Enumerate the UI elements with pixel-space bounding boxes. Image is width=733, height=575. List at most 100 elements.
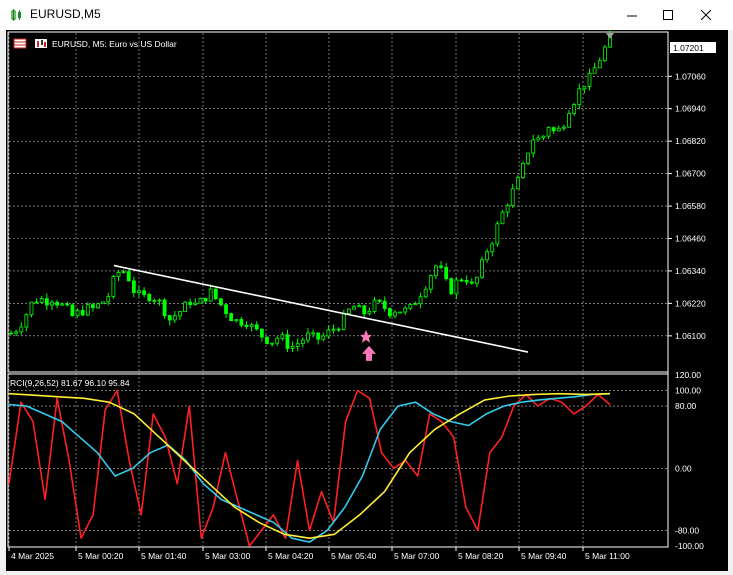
minimize-button[interactable]: [615, 0, 649, 30]
candle-body: [464, 279, 469, 283]
candle-body: [357, 305, 362, 308]
candle-body: [147, 294, 152, 302]
candle-body: [505, 205, 510, 213]
chart-type-icon[interactable]: [35, 39, 47, 48]
maximize-button[interactable]: [651, 0, 685, 30]
price-tick-label: 1.06580: [675, 201, 706, 211]
candle-body: [265, 336, 269, 344]
candle-body: [203, 297, 208, 302]
candle-body: [531, 139, 536, 154]
candle-body: [85, 304, 90, 316]
candle-body: [413, 303, 418, 306]
candle-body: [259, 328, 264, 338]
candle-body: [152, 300, 157, 302]
candle-body: [321, 335, 326, 340]
time-tick-label: 5 Mar 04:20: [268, 551, 314, 561]
candle-body: [562, 126, 566, 129]
trend-line[interactable]: [113, 264, 529, 353]
candle-body: [490, 243, 495, 253]
candle-body: [234, 319, 239, 322]
candle-body: [162, 299, 167, 316]
candle-body: [178, 311, 182, 317]
candle-body: [14, 331, 19, 334]
chart-canvas[interactable]: 1.07060 1.06940 1.06820 1.06700 1.06580 1.064…: [6, 30, 728, 571]
candle-body: [39, 298, 44, 303]
candle-body: [403, 307, 408, 313]
rci-tick-label: -100.00: [675, 541, 704, 551]
candle-body: [572, 104, 577, 114]
candle-body: [244, 324, 249, 328]
candle-body: [592, 67, 597, 74]
candle-body: [316, 332, 321, 340]
time-tick-label: 5 Mar 05:40: [331, 551, 377, 561]
candle-body: [275, 337, 280, 344]
indicator-label: RCI(9,26,52) 81.67 96.10 95.84: [10, 378, 130, 388]
candle-body: [137, 290, 141, 293]
candle-body: [50, 301, 54, 306]
candle-body: [439, 265, 443, 268]
candle-body: [9, 332, 13, 335]
candle-body: [75, 309, 80, 317]
buy-star-icon: [360, 329, 372, 343]
candle-body: [254, 324, 259, 330]
candle-body: [285, 334, 290, 349]
candle-body: [428, 275, 433, 290]
candle-body: [393, 311, 397, 317]
candle-body: [188, 301, 193, 305]
candle-body: [418, 296, 423, 305]
buy-up-arrow: [362, 345, 376, 361]
candle-body: [536, 137, 541, 141]
candle-body: [515, 177, 520, 190]
rci-tick-label: -80.00: [675, 525, 699, 535]
candle-body: [423, 288, 428, 298]
candle-body: [541, 135, 546, 139]
candle-body: [602, 46, 607, 61]
candlestick-app-icon: [11, 9, 21, 21]
candle-body: [224, 304, 228, 314]
candle-body: [106, 296, 111, 303]
price-tick-label: 1.06460: [675, 234, 706, 244]
candle-body: [434, 265, 438, 277]
candle-body: [582, 86, 587, 90]
candle-body: [300, 339, 305, 345]
candle-body: [157, 299, 162, 302]
maximize-icon: [663, 10, 673, 20]
candle-body: [546, 127, 551, 137]
candle-body: [65, 303, 70, 306]
candle-body: [567, 113, 571, 128]
candle-body: [19, 326, 24, 333]
candle-body: [111, 276, 116, 297]
candlestick-series: [9, 30, 612, 353]
candle-body: [454, 279, 459, 295]
rci-tick-label: 80.00: [675, 401, 697, 411]
chart-area[interactable]: 1.07060 1.06940 1.06820 1.06700 1.06580 1.064…: [6, 30, 728, 571]
candle-body: [229, 313, 234, 322]
time-tick-label: 4 Mar 2025: [11, 551, 54, 561]
close-button[interactable]: [689, 0, 723, 30]
candle-body: [34, 301, 39, 304]
candle-body: [469, 281, 474, 284]
candle-body: [382, 300, 387, 309]
minimize-icon: [627, 15, 637, 17]
candle-body: [213, 288, 218, 300]
candle-body: [367, 311, 372, 315]
candle-body: [341, 313, 346, 330]
candle-body: [449, 278, 454, 295]
candle-body: [346, 308, 351, 314]
rci-axis-labels: 120.00 100.00 80.00 0.00 -80.00 -100.00: [675, 370, 704, 551]
price-tick-label: 1.06100: [675, 331, 706, 341]
candle-body: [55, 301, 59, 306]
trend-line-segment: [113, 264, 529, 353]
candle-body: [126, 271, 131, 282]
candle-body: [193, 302, 198, 305]
candle-body: [29, 301, 34, 316]
candle-body: [372, 299, 377, 312]
time-tick-label: 5 Mar 01:40: [141, 551, 187, 561]
price-panel-frame: [7, 31, 669, 373]
chart-shift-marker[interactable]: [606, 33, 614, 39]
price-tick-label: 1.06700: [675, 169, 706, 179]
candle-body: [24, 314, 29, 328]
chart-grid-icon[interactable]: [13, 38, 27, 49]
indicator-panel-frame: [7, 373, 669, 548]
chart-grid: [8, 33, 667, 546]
